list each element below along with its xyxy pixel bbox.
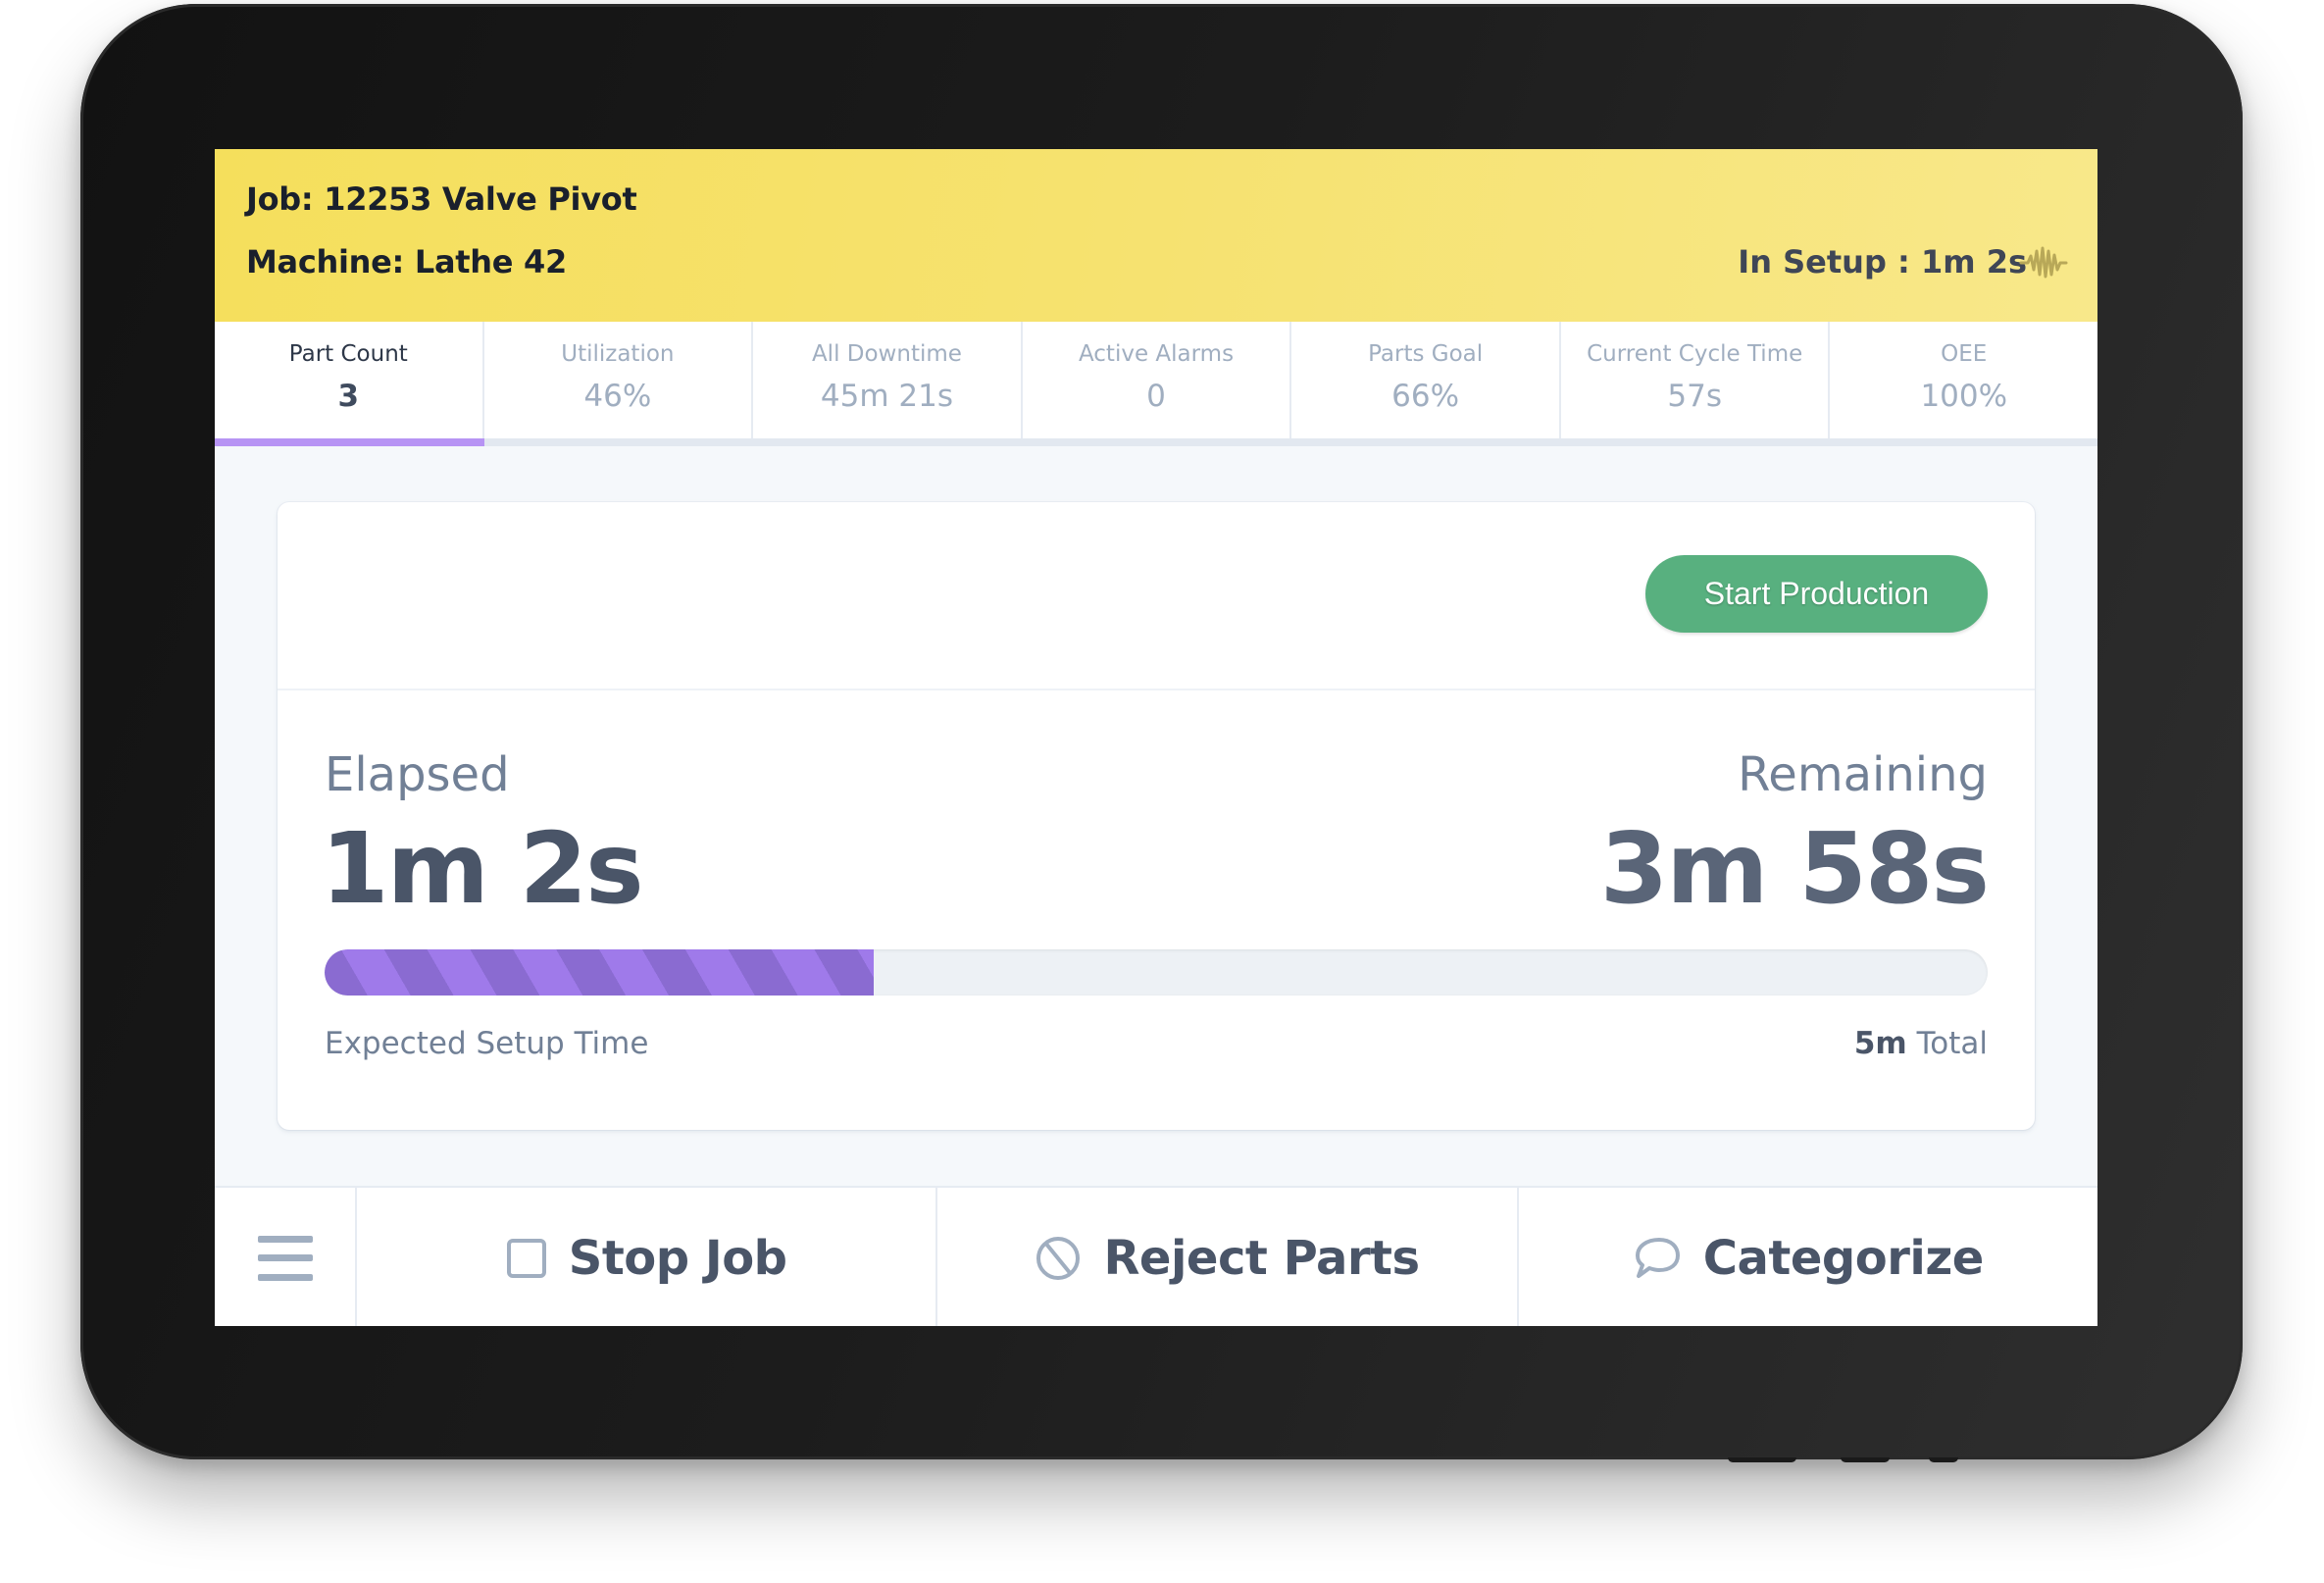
stat-label: OEE (1941, 341, 1988, 367)
tab-part-count[interactable]: Part Count 3 (215, 322, 484, 446)
tab-indicator (1291, 438, 1561, 446)
tab-oee[interactable]: OEE 100% (1830, 322, 2097, 446)
setup-status: In Setup : 1m 2s (1738, 243, 2027, 281)
stat-label: Active Alarms (1078, 341, 1235, 367)
tab-indicator (483, 438, 754, 446)
machine-name: Machine: Lathe 42 (246, 243, 567, 281)
stop-job-label: Stop Job (568, 1230, 787, 1286)
setup-progress-bar (325, 949, 1988, 996)
reject-parts-button[interactable]: Reject Parts (937, 1188, 1519, 1326)
job-header: Job: 12253 Valve Pivot Machine: Lathe 42… (215, 149, 2097, 322)
tablet-screen: Job: 12253 Valve Pivot Machine: Lathe 42… (215, 149, 2097, 1326)
stop-job-button[interactable]: Stop Job (357, 1188, 938, 1326)
action-bar: Stop Job Reject Parts Categorize (215, 1186, 2097, 1326)
tab-indicator (753, 438, 1023, 446)
categorize-label: Categorize (1702, 1230, 1985, 1286)
stat-label: Current Cycle Time (1587, 341, 1803, 367)
square-stop-icon (506, 1238, 546, 1278)
active-tab-indicator (215, 438, 484, 446)
stat-value: 66% (1391, 379, 1460, 414)
reject-parts-label: Reject Parts (1103, 1230, 1420, 1286)
categorize-button[interactable]: Categorize (1519, 1188, 2097, 1326)
speech-bubble-icon (1635, 1237, 1680, 1278)
stat-label: Utilization (561, 341, 675, 367)
tablet-foot (1841, 1457, 1890, 1462)
stats-tabs: Part Count 3 Utilization 46% All Downtim… (215, 322, 2097, 446)
tab-indicator (1560, 438, 1831, 446)
stat-label: All Downtime (811, 341, 962, 367)
tab-indicator (1830, 438, 2097, 446)
job-title: Job: 12253 Valve Pivot (246, 180, 637, 218)
menu-button[interactable] (215, 1188, 357, 1326)
stat-label: Parts Goal (1368, 341, 1484, 367)
expected-setup-time-label: Expected Setup Time (325, 1026, 649, 1061)
total-value: 5m (1853, 1026, 1907, 1061)
tab-utilization[interactable]: Utilization 46% (483, 322, 754, 446)
card-actions: Start Production (278, 502, 2035, 690)
tab-all-downtime[interactable]: All Downtime 45m 21s (753, 322, 1023, 446)
stat-value: 3 (337, 379, 360, 414)
setup-progress-fill (325, 949, 874, 996)
tab-parts-goal[interactable]: Parts Goal 66% (1291, 322, 1561, 446)
stat-value: 45m 21s (820, 379, 953, 414)
tab-current-cycle-time[interactable]: Current Cycle Time 57s (1560, 322, 1831, 446)
waveform-icon (2019, 246, 2068, 279)
remaining-label: Remaining (1738, 747, 1988, 802)
prohibited-icon (1036, 1236, 1081, 1280)
total-label: Total (1916, 1026, 1988, 1061)
tab-indicator (1022, 438, 1292, 446)
total-setup-time: 5m Total (1854, 1026, 1988, 1061)
tab-active-alarms[interactable]: Active Alarms 0 (1022, 322, 1292, 446)
stat-label: Part Count (288, 341, 408, 367)
stat-value: 57s (1667, 379, 1722, 414)
tablet-foot (1728, 1457, 1796, 1462)
tablet-foot (1929, 1457, 1958, 1462)
stat-value: 0 (1146, 379, 1166, 414)
stat-value: 46% (583, 379, 652, 414)
stat-value: 100% (1920, 379, 2008, 414)
elapsed-value: 1m 2s (321, 811, 644, 926)
start-production-button[interactable]: Start Production (1645, 555, 1988, 633)
elapsed-label: Elapsed (325, 747, 510, 802)
setup-card: Start Production Elapsed Remaining 1m 2s… (278, 502, 2035, 1130)
remaining-value: 3m 58s (1599, 811, 1990, 926)
